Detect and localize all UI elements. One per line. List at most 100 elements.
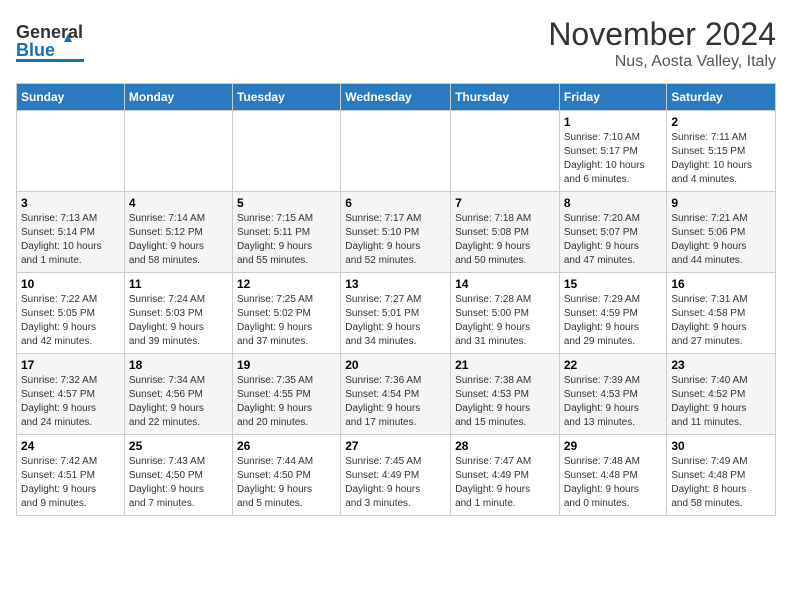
day-info: Sunrise: 7:49 AM Sunset: 4:48 PM Dayligh…	[671, 455, 771, 511]
day-number: 29	[564, 439, 663, 453]
calendar-cell: 10 Sunrise: 7:22 AM Sunset: 5:05 PM Dayli…	[17, 273, 125, 354]
day-info: Sunrise: 7:17 AM Sunset: 5:10 PM Dayligh…	[345, 212, 446, 268]
day-info: Sunrise: 7:28 AM Sunset: 5:00 PM Dayligh…	[455, 293, 555, 349]
header-cell-tuesday: Tuesday	[232, 84, 340, 111]
svg-text:Blue: Blue	[16, 40, 55, 60]
page-title: November 2024	[548, 16, 776, 53]
header-cell-wednesday: Wednesday	[341, 84, 451, 111]
calendar-cell: 15 Sunrise: 7:29 AM Sunset: 4:59 PM Dayli…	[559, 273, 667, 354]
calendar-cell: 21 Sunrise: 7:38 AM Sunset: 4:53 PM Dayli…	[451, 354, 560, 435]
day-info: Sunrise: 7:47 AM Sunset: 4:49 PM Dayligh…	[455, 455, 555, 511]
day-info: Sunrise: 7:32 AM Sunset: 4:57 PM Dayligh…	[21, 374, 120, 430]
day-info: Sunrise: 7:21 AM Sunset: 5:06 PM Dayligh…	[671, 212, 771, 268]
logo-icon: General Blue	[16, 16, 84, 66]
day-number: 30	[671, 439, 771, 453]
day-number: 24	[21, 439, 120, 453]
day-number: 1	[564, 115, 663, 129]
day-number: 23	[671, 358, 771, 372]
calendar-cell: 4 Sunrise: 7:14 AM Sunset: 5:12 PM Daylig…	[124, 192, 232, 273]
day-number: 5	[237, 196, 336, 210]
day-number: 10	[21, 277, 120, 291]
day-number: 19	[237, 358, 336, 372]
day-number: 25	[129, 439, 228, 453]
day-info: Sunrise: 7:48 AM Sunset: 4:48 PM Dayligh…	[564, 455, 663, 511]
day-info: Sunrise: 7:39 AM Sunset: 4:53 PM Dayligh…	[564, 374, 663, 430]
day-info: Sunrise: 7:14 AM Sunset: 5:12 PM Dayligh…	[129, 212, 228, 268]
calendar-week-3: 10 Sunrise: 7:22 AM Sunset: 5:05 PM Dayli…	[17, 273, 776, 354]
page-subtitle: Nus, Aosta Valley, Italy	[548, 53, 776, 71]
calendar-week-1: 1Sunrise: 7:10 AM Sunset: 5:17 PM Daylig…	[17, 111, 776, 192]
calendar-cell	[451, 111, 560, 192]
page-header: General Blue November 2024 Nus, Aosta Va…	[16, 16, 776, 71]
calendar-cell: 3 Sunrise: 7:13 AM Sunset: 5:14 PM Daylig…	[17, 192, 125, 273]
calendar-cell: 25Sunrise: 7:43 AM Sunset: 4:50 PM Dayli…	[124, 435, 232, 516]
day-info: Sunrise: 7:42 AM Sunset: 4:51 PM Dayligh…	[21, 455, 120, 511]
day-info: Sunrise: 7:38 AM Sunset: 4:53 PM Dayligh…	[455, 374, 555, 430]
day-number: 4	[129, 196, 228, 210]
calendar-cell: 1Sunrise: 7:10 AM Sunset: 5:17 PM Daylig…	[559, 111, 667, 192]
day-number: 2	[671, 115, 771, 129]
day-info: Sunrise: 7:27 AM Sunset: 5:01 PM Dayligh…	[345, 293, 446, 349]
day-number: 11	[129, 277, 228, 291]
day-number: 13	[345, 277, 446, 291]
header-row: SundayMondayTuesdayWednesdayThursdayFrid…	[17, 84, 776, 111]
calendar-body: 1Sunrise: 7:10 AM Sunset: 5:17 PM Daylig…	[17, 111, 776, 516]
calendar-cell: 12 Sunrise: 7:25 AM Sunset: 5:02 PM Dayli…	[232, 273, 340, 354]
calendar-cell: 2 Sunrise: 7:11 AM Sunset: 5:15 PM Daylig…	[667, 111, 776, 192]
calendar-cell: 22 Sunrise: 7:39 AM Sunset: 4:53 PM Dayli…	[559, 354, 667, 435]
calendar-cell: 23 Sunrise: 7:40 AM Sunset: 4:52 PM Dayli…	[667, 354, 776, 435]
day-number: 21	[455, 358, 555, 372]
svg-text:General: General	[16, 22, 83, 42]
day-info: Sunrise: 7:34 AM Sunset: 4:56 PM Dayligh…	[129, 374, 228, 430]
day-info: Sunrise: 7:40 AM Sunset: 4:52 PM Dayligh…	[671, 374, 771, 430]
calendar-cell: 11 Sunrise: 7:24 AM Sunset: 5:03 PM Dayli…	[124, 273, 232, 354]
header-cell-thursday: Thursday	[451, 84, 560, 111]
calendar-cell	[17, 111, 125, 192]
day-info: Sunrise: 7:29 AM Sunset: 4:59 PM Dayligh…	[564, 293, 663, 349]
day-info: Sunrise: 7:11 AM Sunset: 5:15 PM Dayligh…	[671, 131, 771, 187]
header-cell-monday: Monday	[124, 84, 232, 111]
calendar-cell: 8 Sunrise: 7:20 AM Sunset: 5:07 PM Daylig…	[559, 192, 667, 273]
calendar-cell	[124, 111, 232, 192]
day-info: Sunrise: 7:25 AM Sunset: 5:02 PM Dayligh…	[237, 293, 336, 349]
day-info: Sunrise: 7:22 AM Sunset: 5:05 PM Dayligh…	[21, 293, 120, 349]
calendar-cell: 6Sunrise: 7:17 AM Sunset: 5:10 PM Daylig…	[341, 192, 451, 273]
calendar-week-2: 3 Sunrise: 7:13 AM Sunset: 5:14 PM Daylig…	[17, 192, 776, 273]
calendar-cell: 13 Sunrise: 7:27 AM Sunset: 5:01 PM Dayli…	[341, 273, 451, 354]
day-info: Sunrise: 7:36 AM Sunset: 4:54 PM Dayligh…	[345, 374, 446, 430]
day-info: Sunrise: 7:15 AM Sunset: 5:11 PM Dayligh…	[237, 212, 336, 268]
day-number: 14	[455, 277, 555, 291]
day-number: 15	[564, 277, 663, 291]
day-number: 17	[21, 358, 120, 372]
calendar-cell: 18Sunrise: 7:34 AM Sunset: 4:56 PM Dayli…	[124, 354, 232, 435]
day-number: 8	[564, 196, 663, 210]
header-cell-sunday: Sunday	[17, 84, 125, 111]
calendar-cell: 20 Sunrise: 7:36 AM Sunset: 4:54 PM Dayli…	[341, 354, 451, 435]
calendar-cell: 9 Sunrise: 7:21 AM Sunset: 5:06 PM Daylig…	[667, 192, 776, 273]
day-info: Sunrise: 7:45 AM Sunset: 4:49 PM Dayligh…	[345, 455, 446, 511]
calendar-week-5: 24 Sunrise: 7:42 AM Sunset: 4:51 PM Dayli…	[17, 435, 776, 516]
calendar-cell: 16Sunrise: 7:31 AM Sunset: 4:58 PM Dayli…	[667, 273, 776, 354]
day-number: 3	[21, 196, 120, 210]
day-info: Sunrise: 7:13 AM Sunset: 5:14 PM Dayligh…	[21, 212, 120, 268]
day-info: Sunrise: 7:20 AM Sunset: 5:07 PM Dayligh…	[564, 212, 663, 268]
day-info: Sunrise: 7:44 AM Sunset: 4:50 PM Dayligh…	[237, 455, 336, 511]
day-info: Sunrise: 7:18 AM Sunset: 5:08 PM Dayligh…	[455, 212, 555, 268]
day-number: 12	[237, 277, 336, 291]
day-number: 7	[455, 196, 555, 210]
title-block: November 2024 Nus, Aosta Valley, Italy	[548, 16, 776, 71]
calendar-cell: 7 Sunrise: 7:18 AM Sunset: 5:08 PM Daylig…	[451, 192, 560, 273]
day-info: Sunrise: 7:24 AM Sunset: 5:03 PM Dayligh…	[129, 293, 228, 349]
calendar-table: SundayMondayTuesdayWednesdayThursdayFrid…	[16, 83, 776, 516]
calendar-week-4: 17 Sunrise: 7:32 AM Sunset: 4:57 PM Dayli…	[17, 354, 776, 435]
day-number: 20	[345, 358, 446, 372]
day-number: 9	[671, 196, 771, 210]
day-info: Sunrise: 7:35 AM Sunset: 4:55 PM Dayligh…	[237, 374, 336, 430]
calendar-cell: 24 Sunrise: 7:42 AM Sunset: 4:51 PM Dayli…	[17, 435, 125, 516]
calendar-cell: 19 Sunrise: 7:35 AM Sunset: 4:55 PM Dayli…	[232, 354, 340, 435]
day-number: 22	[564, 358, 663, 372]
calendar-cell	[232, 111, 340, 192]
header-cell-saturday: Saturday	[667, 84, 776, 111]
calendar-cell: 30 Sunrise: 7:49 AM Sunset: 4:48 PM Dayli…	[667, 435, 776, 516]
calendar-header: SundayMondayTuesdayWednesdayThursdayFrid…	[17, 84, 776, 111]
